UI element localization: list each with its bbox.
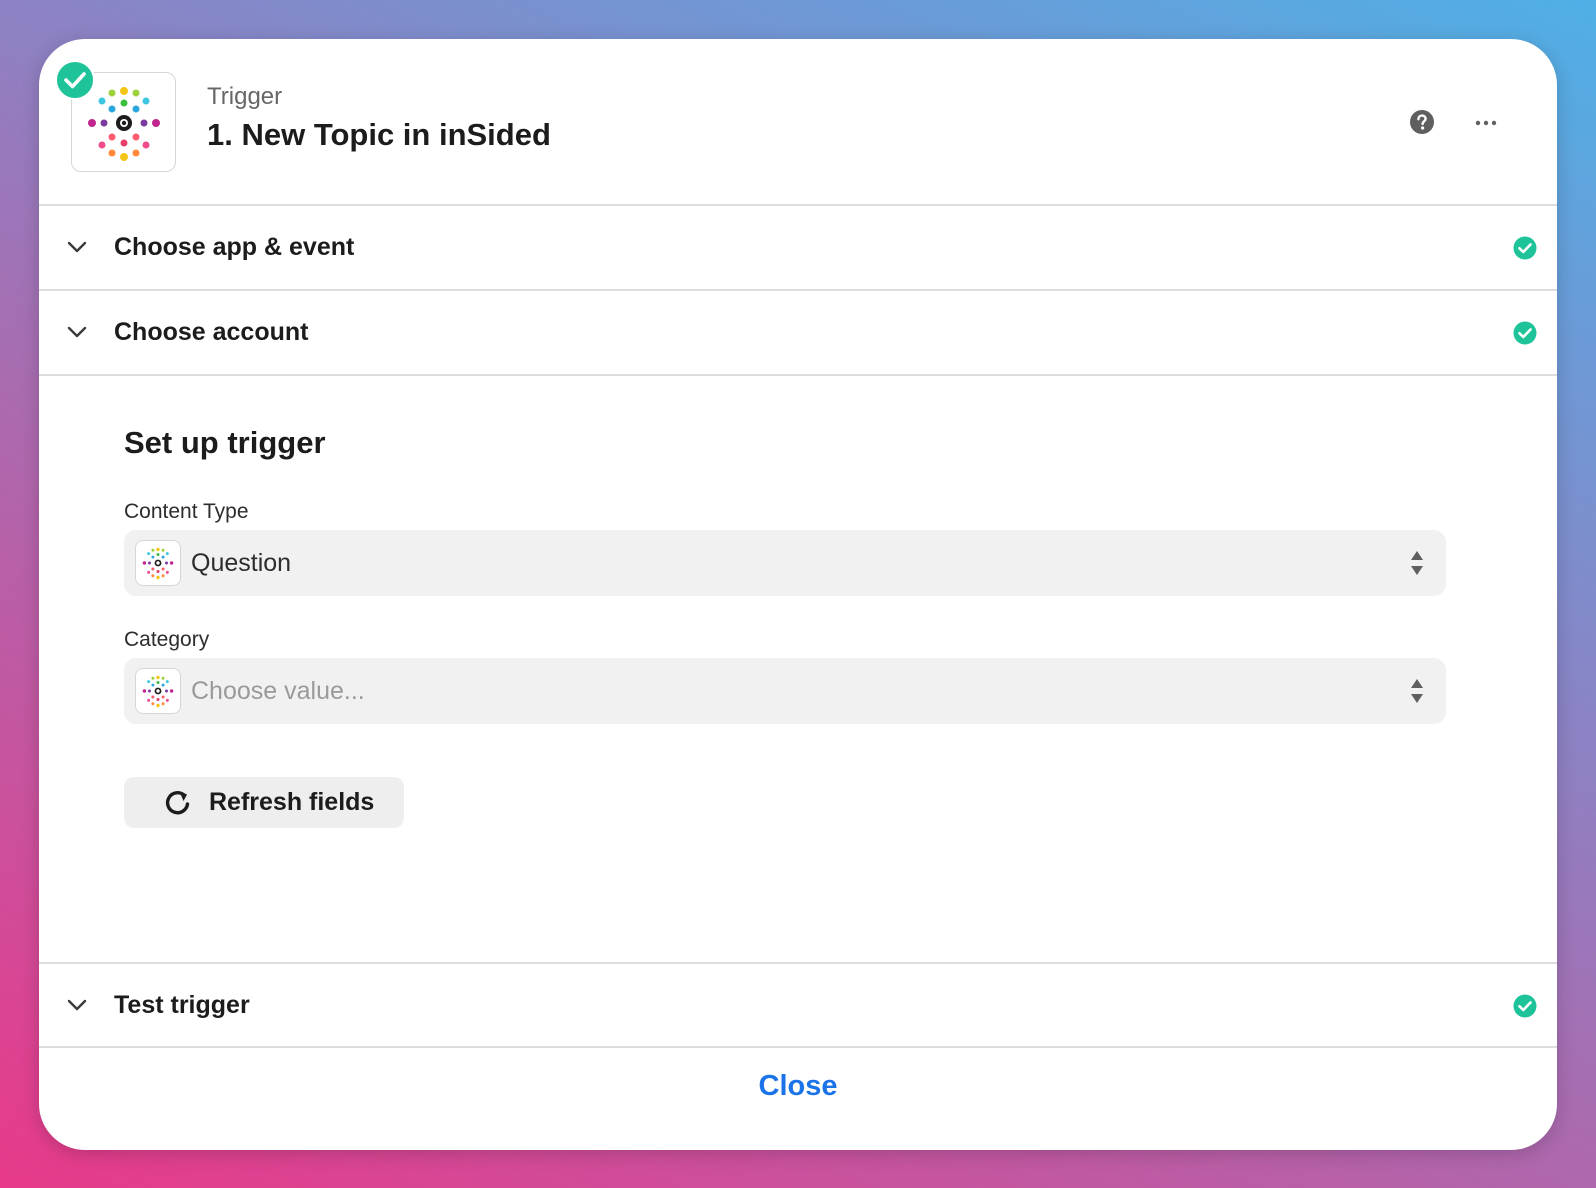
chevron-down-icon [67, 999, 87, 1011]
section-label: Test trigger [114, 991, 250, 1019]
refresh-fields-label: Refresh fields [209, 788, 375, 816]
refresh-icon [165, 791, 190, 815]
chevron-down-icon [67, 241, 87, 253]
check-circle-icon [1513, 994, 1537, 1018]
insided-logo [135, 668, 181, 714]
category-select[interactable]: Choose value... [124, 658, 1446, 724]
content-type-label: Content Type [124, 500, 249, 523]
setup-title: Set up trigger [124, 425, 326, 460]
step-header: Trigger 1. New Topic in inSided [39, 39, 1557, 206]
category-label: Category [124, 628, 210, 651]
refresh-fields-button[interactable]: Refresh fields [124, 777, 404, 828]
section-choose-account[interactable]: Choose account [39, 291, 1557, 376]
section-test-trigger[interactable]: Test trigger [39, 962, 1557, 1048]
check-circle-icon [1513, 236, 1537, 260]
content-type-select[interactable]: Question [124, 530, 1446, 596]
content-type-value: Question [191, 549, 292, 577]
category-placeholder: Choose value... [191, 677, 365, 705]
sort-updown-icon [1411, 551, 1423, 575]
insided-logo [135, 540, 181, 586]
chevron-down-icon [67, 326, 87, 338]
sort-updown-icon [1411, 679, 1423, 703]
more-icon[interactable] [1475, 119, 1497, 127]
section-label: Choose account [114, 318, 309, 346]
trigger-step-panel: Trigger 1. New Topic in inSided Choose a… [39, 39, 1557, 1150]
section-choose-app-event[interactable]: Choose app & event [39, 206, 1557, 291]
close-button[interactable]: Close [39, 1070, 1557, 1103]
help-icon[interactable] [1409, 109, 1435, 135]
step-kicker: Trigger [207, 83, 283, 110]
check-circle-icon [1513, 321, 1537, 345]
check-circle-icon [55, 60, 95, 100]
section-label: Choose app & event [114, 233, 355, 261]
step-title: 1. New Topic in inSided [207, 117, 551, 152]
